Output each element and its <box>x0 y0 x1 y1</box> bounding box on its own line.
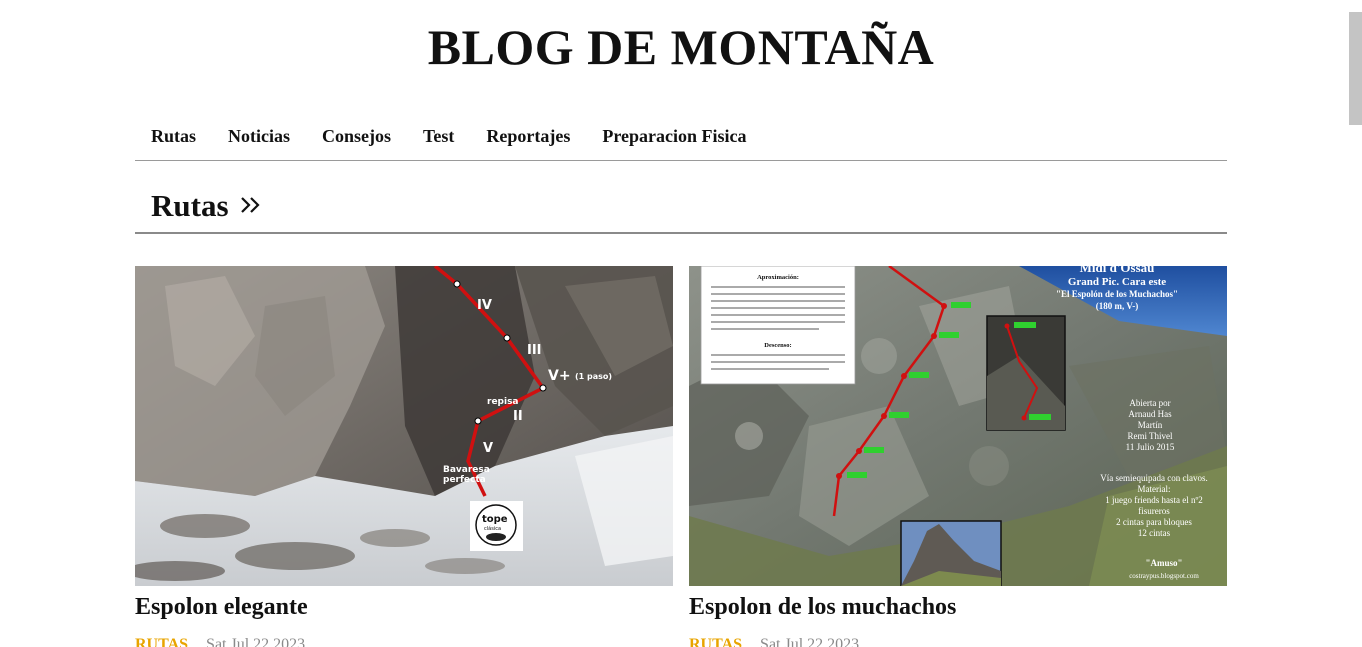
post-date: Sat Jul 22 2023 <box>760 636 860 647</box>
section-title[interactable]: Rutas <box>151 180 229 232</box>
post-card: IV III V+ (1 paso) repisa II V Bavaresa … <box>135 266 673 647</box>
gear-item-3: 2 cintas para bloques <box>1116 517 1192 527</box>
section-header: Rutas <box>135 180 1227 234</box>
bavaresa-label-2: perfecta <box>443 475 486 485</box>
post-image-espolon-de-los-muchachos[interactable]: Aproximación: Descenso: Midi d'Ossau Gra… <box>689 266 1227 586</box>
grade-label-v-plus: V+ <box>548 368 571 384</box>
abierta-por: Abierta por <box>1129 398 1170 408</box>
main-nav: Rutas Noticias Consejos Test Reportajes … <box>135 112 1227 161</box>
gear-item-1: 1 juego friends hasta el nº2 <box>1105 495 1203 505</box>
bavaresa-label: Bavaresa <box>443 465 490 475</box>
svg-text:clásica: clásica <box>484 525 501 532</box>
post-title[interactable]: Espolon de los muchachos <box>689 591 1227 623</box>
grade-label-paso: (1 paso) <box>575 372 612 381</box>
peak-title: Midi d'Ossau <box>1080 266 1155 275</box>
opener-3: Remi Thivel <box>1127 431 1173 441</box>
post-title[interactable]: Espolon elegante <box>135 591 673 623</box>
svg-text:tope: tope <box>482 514 508 525</box>
post-category[interactable]: RUTAS <box>689 636 742 647</box>
double-chevron-right-icon[interactable] <box>239 195 263 220</box>
face-title: Grand Pic. Cara este <box>1068 276 1166 288</box>
opener-2: Martín <box>1138 420 1163 430</box>
page: BLOG DE MONTAÑA Rutas Noticias Consejos … <box>0 0 1362 647</box>
site-label: costraypus.blogspot.com <box>1129 572 1199 580</box>
post-meta: RUTAS Sat Jul 22 2023 <box>689 635 1227 647</box>
route-grade: (180 m, V-) <box>1096 301 1138 311</box>
post-date: Sat Jul 22 2023 <box>206 636 306 647</box>
nav-item-reportajes[interactable]: Reportajes <box>470 115 586 157</box>
post-category[interactable]: RUTAS <box>135 636 188 647</box>
grade-label-v: V <box>483 441 493 456</box>
post-image-espolon-elegante[interactable]: IV III V+ (1 paso) repisa II V Bavaresa … <box>135 266 673 586</box>
nav-item-rutas[interactable]: Rutas <box>135 115 212 157</box>
descenso-heading: Descenso: <box>764 342 791 349</box>
nav-item-consejos[interactable]: Consejos <box>306 115 407 157</box>
route-name: "El Espolón de los Muchachos" <box>1056 289 1178 299</box>
grade-label-iii: III <box>527 343 542 358</box>
tope-clasica-logo: tope clásica <box>470 501 523 551</box>
grade-label-iv: IV <box>477 298 492 313</box>
site-title[interactable]: BLOG DE MONTAÑA <box>0 18 1362 76</box>
gear-item-2: fisureros <box>1138 506 1170 516</box>
gear-material: Material: <box>1138 484 1171 494</box>
post-meta: RUTAS Sat Jul 22 2023 <box>135 635 673 647</box>
aproximacion-heading: Aproximación: <box>757 274 799 281</box>
nav-item-noticias[interactable]: Noticias <box>212 115 306 157</box>
post-card: Aproximación: Descenso: Midi d'Ossau Gra… <box>689 266 1227 647</box>
nav-item-test[interactable]: Test <box>407 115 470 157</box>
gear-intro: Vía semiequipada con clavos. <box>1100 473 1207 483</box>
opener-1: Arnaud Has <box>1128 409 1172 419</box>
nav-item-preparacion-fisica[interactable]: Preparacion Fisica <box>586 115 762 157</box>
grade-label-ii: II <box>513 409 523 424</box>
gear-item-4: 12 cintas <box>1138 528 1171 538</box>
repisa-label: repisa <box>487 397 519 407</box>
signature-label: "Amuso" <box>1146 558 1183 568</box>
opened-date: 11 Julio 2015 <box>1126 442 1175 452</box>
